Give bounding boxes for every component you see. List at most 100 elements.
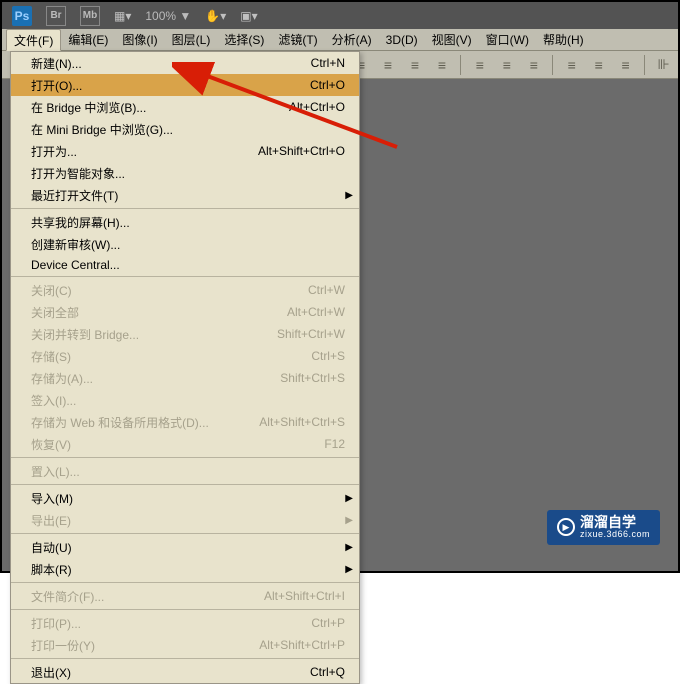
menu-option-shortcut: Ctrl+Q bbox=[310, 665, 345, 679]
hand-icon[interactable]: ✋▾ bbox=[205, 9, 226, 23]
menu-option-label: 文件简介(F)... bbox=[31, 588, 104, 605]
watermark: ▶ 溜溜自学 zixue.3d66.com bbox=[547, 510, 660, 545]
menu-option-label: 恢复(V) bbox=[31, 436, 71, 453]
menu-item[interactable]: 分析(A) bbox=[325, 29, 379, 50]
menu-option-shortcut: Alt+Shift+Ctrl+S bbox=[259, 415, 345, 429]
toolbar-icon[interactable]: ≡ bbox=[433, 57, 450, 73]
menu-option-label: 脚本(R) bbox=[31, 561, 72, 578]
menu-option-shortcut: Alt+Shift+Ctrl+O bbox=[258, 144, 345, 158]
toolbar-icon[interactable]: ≡ bbox=[471, 57, 488, 73]
menu-item[interactable]: 帮助(H) bbox=[536, 29, 591, 50]
menu-option[interactable]: 共享我的屏幕(H)... bbox=[11, 211, 359, 233]
menu-item[interactable]: 编辑(E) bbox=[61, 29, 115, 50]
menu-option-label: 打印一份(Y) bbox=[31, 637, 95, 654]
submenu-arrow-icon: ▶ bbox=[345, 493, 353, 504]
menu-option: 存储(S) Ctrl+S bbox=[11, 345, 359, 367]
separator bbox=[460, 55, 461, 75]
play-icon: ▶ bbox=[557, 518, 575, 536]
menu-option[interactable]: 创建新审核(W)... bbox=[11, 233, 359, 255]
menu-item[interactable]: 3D(D) bbox=[379, 29, 425, 50]
menu-item[interactable]: 文件(F) bbox=[6, 29, 61, 51]
menu-option-label: 签入(I)... bbox=[31, 392, 76, 409]
screen-mode-icon[interactable]: ▣▾ bbox=[240, 9, 257, 23]
menu-option: 文件简介(F)...Alt+Shift+Ctrl+I bbox=[11, 585, 359, 607]
menu-option: 打印(P)...Ctrl+P bbox=[11, 612, 359, 634]
menu-option-label: 最近打开文件(T) bbox=[31, 187, 118, 204]
menu-option-shortcut: Ctrl+N bbox=[311, 56, 345, 70]
menu-option: 存储为 Web 和设备所用格式(D)... Alt+Shift+Ctrl+S bbox=[11, 411, 359, 433]
toolbar-icon[interactable]: ≡ bbox=[380, 57, 397, 73]
menu-option-label: 存储为 Web 和设备所用格式(D)... bbox=[31, 414, 209, 431]
menu-option-label: 打开为智能对象... bbox=[31, 165, 125, 182]
toolbar-icon[interactable]: ≡ bbox=[525, 57, 542, 73]
menu-item[interactable]: 选择(S) bbox=[217, 29, 271, 50]
menu-option[interactable]: 脚本(R)▶ bbox=[11, 558, 359, 580]
zoom-level[interactable]: 100% ▼ bbox=[145, 9, 191, 23]
menu-option-label: Device Central... bbox=[31, 258, 120, 272]
menu-option-label: 打开为... bbox=[31, 143, 77, 160]
menu-option-label: 退出(X) bbox=[31, 664, 71, 681]
menu-option-shortcut: Ctrl+S bbox=[311, 349, 345, 363]
menu-option: 导出(E) ▶ bbox=[11, 509, 359, 531]
toolbar-icon[interactable]: ≡ bbox=[498, 57, 515, 73]
menu-option[interactable]: 新建(N)... Ctrl+N bbox=[11, 52, 359, 74]
menu-option-shortcut: F12 bbox=[324, 437, 345, 451]
app-bar: Ps Br Mb ▦▾ 100% ▼ ✋▾ ▣▾ bbox=[2, 2, 678, 29]
menu-separator bbox=[11, 658, 359, 659]
menu-option-label: 导入(M) bbox=[31, 490, 73, 507]
watermark-url: zixue.3d66.com bbox=[580, 530, 650, 540]
menu-option-label: 关闭(C) bbox=[31, 282, 72, 299]
menu-option-shortcut: Ctrl+W bbox=[308, 283, 345, 297]
submenu-arrow-icon: ▶ bbox=[345, 515, 353, 526]
menu-item[interactable]: 视图(V) bbox=[425, 29, 479, 50]
toolbar-icon[interactable]: ≡ bbox=[563, 57, 580, 73]
bridge-logo[interactable]: Br bbox=[46, 6, 66, 26]
menu-item[interactable]: 图层(L) bbox=[165, 29, 218, 50]
menu-separator bbox=[11, 276, 359, 277]
menu-option-shortcut: Alt+Ctrl+W bbox=[287, 305, 345, 319]
menu-item[interactable]: 滤镜(T) bbox=[271, 29, 324, 50]
menu-option-label: 创建新审核(W)... bbox=[31, 236, 120, 253]
menu-option[interactable]: 在 Mini Bridge 中浏览(G)... bbox=[11, 118, 359, 140]
menu-option-shortcut: Alt+Ctrl+O bbox=[289, 100, 345, 114]
menu-option-shortcut: Shift+Ctrl+W bbox=[277, 327, 345, 341]
menu-option: 恢复(V) F12 bbox=[11, 433, 359, 455]
menu-option-label: 存储(S) bbox=[31, 348, 71, 365]
menu-option[interactable]: 自动(U)▶ bbox=[11, 536, 359, 558]
menu-option[interactable]: Device Central... bbox=[11, 255, 359, 274]
toolbar-icon[interactable]: ⊪ bbox=[655, 56, 672, 73]
menu-option: 置入(L)... bbox=[11, 460, 359, 482]
watermark-title: 溜溜自学 bbox=[580, 515, 650, 530]
menu-option: 关闭全部 Alt+Ctrl+W bbox=[11, 301, 359, 323]
menu-option[interactable]: 打开为... Alt+Shift+Ctrl+O bbox=[11, 140, 359, 162]
menu-option-label: 打印(P)... bbox=[31, 615, 81, 632]
submenu-arrow-icon: ▶ bbox=[345, 190, 353, 201]
menu-option[interactable]: 打开(O)...Ctrl+O bbox=[11, 74, 359, 96]
menu-separator bbox=[11, 582, 359, 583]
menu-option-label: 在 Bridge 中浏览(B)... bbox=[31, 99, 146, 116]
menu-option: 存储为(A)...Shift+Ctrl+S bbox=[11, 367, 359, 389]
menu-separator bbox=[11, 208, 359, 209]
toolbar-icon[interactable]: ≡ bbox=[617, 57, 634, 73]
menu-option: 关闭并转到 Bridge...Shift+Ctrl+W bbox=[11, 323, 359, 345]
toolbar-icon[interactable]: ≡ bbox=[407, 57, 424, 73]
menu-option[interactable]: 最近打开文件(T) ▶ bbox=[11, 184, 359, 206]
menu-option-label: 新建(N)... bbox=[31, 55, 82, 72]
menu-option-label: 共享我的屏幕(H)... bbox=[31, 214, 130, 231]
menu-option[interactable]: 在 Bridge 中浏览(B)... Alt+Ctrl+O bbox=[11, 96, 359, 118]
menu-separator bbox=[11, 457, 359, 458]
menu-option-shortcut: Alt+Shift+Ctrl+P bbox=[259, 638, 345, 652]
menu-option-label: 在 Mini Bridge 中浏览(G)... bbox=[31, 121, 173, 138]
menu-option[interactable]: 退出(X) Ctrl+Q bbox=[11, 661, 359, 683]
menu-option[interactable]: 导入(M) ▶ bbox=[11, 487, 359, 509]
menu-option[interactable]: 打开为智能对象... bbox=[11, 162, 359, 184]
menu-option-label: 导出(E) bbox=[31, 512, 71, 529]
layout-icon[interactable]: ▦▾ bbox=[114, 9, 131, 23]
menu-item[interactable]: 图像(I) bbox=[115, 29, 164, 50]
mini-bridge-logo[interactable]: Mb bbox=[80, 6, 100, 26]
menu-item[interactable]: 窗口(W) bbox=[479, 29, 536, 50]
toolbar-icon[interactable]: ≡ bbox=[590, 57, 607, 73]
menu-option-label: 置入(L)... bbox=[31, 463, 80, 480]
menu-option-shortcut: Ctrl+O bbox=[310, 78, 345, 92]
menu-option-label: 关闭全部 bbox=[31, 304, 79, 321]
